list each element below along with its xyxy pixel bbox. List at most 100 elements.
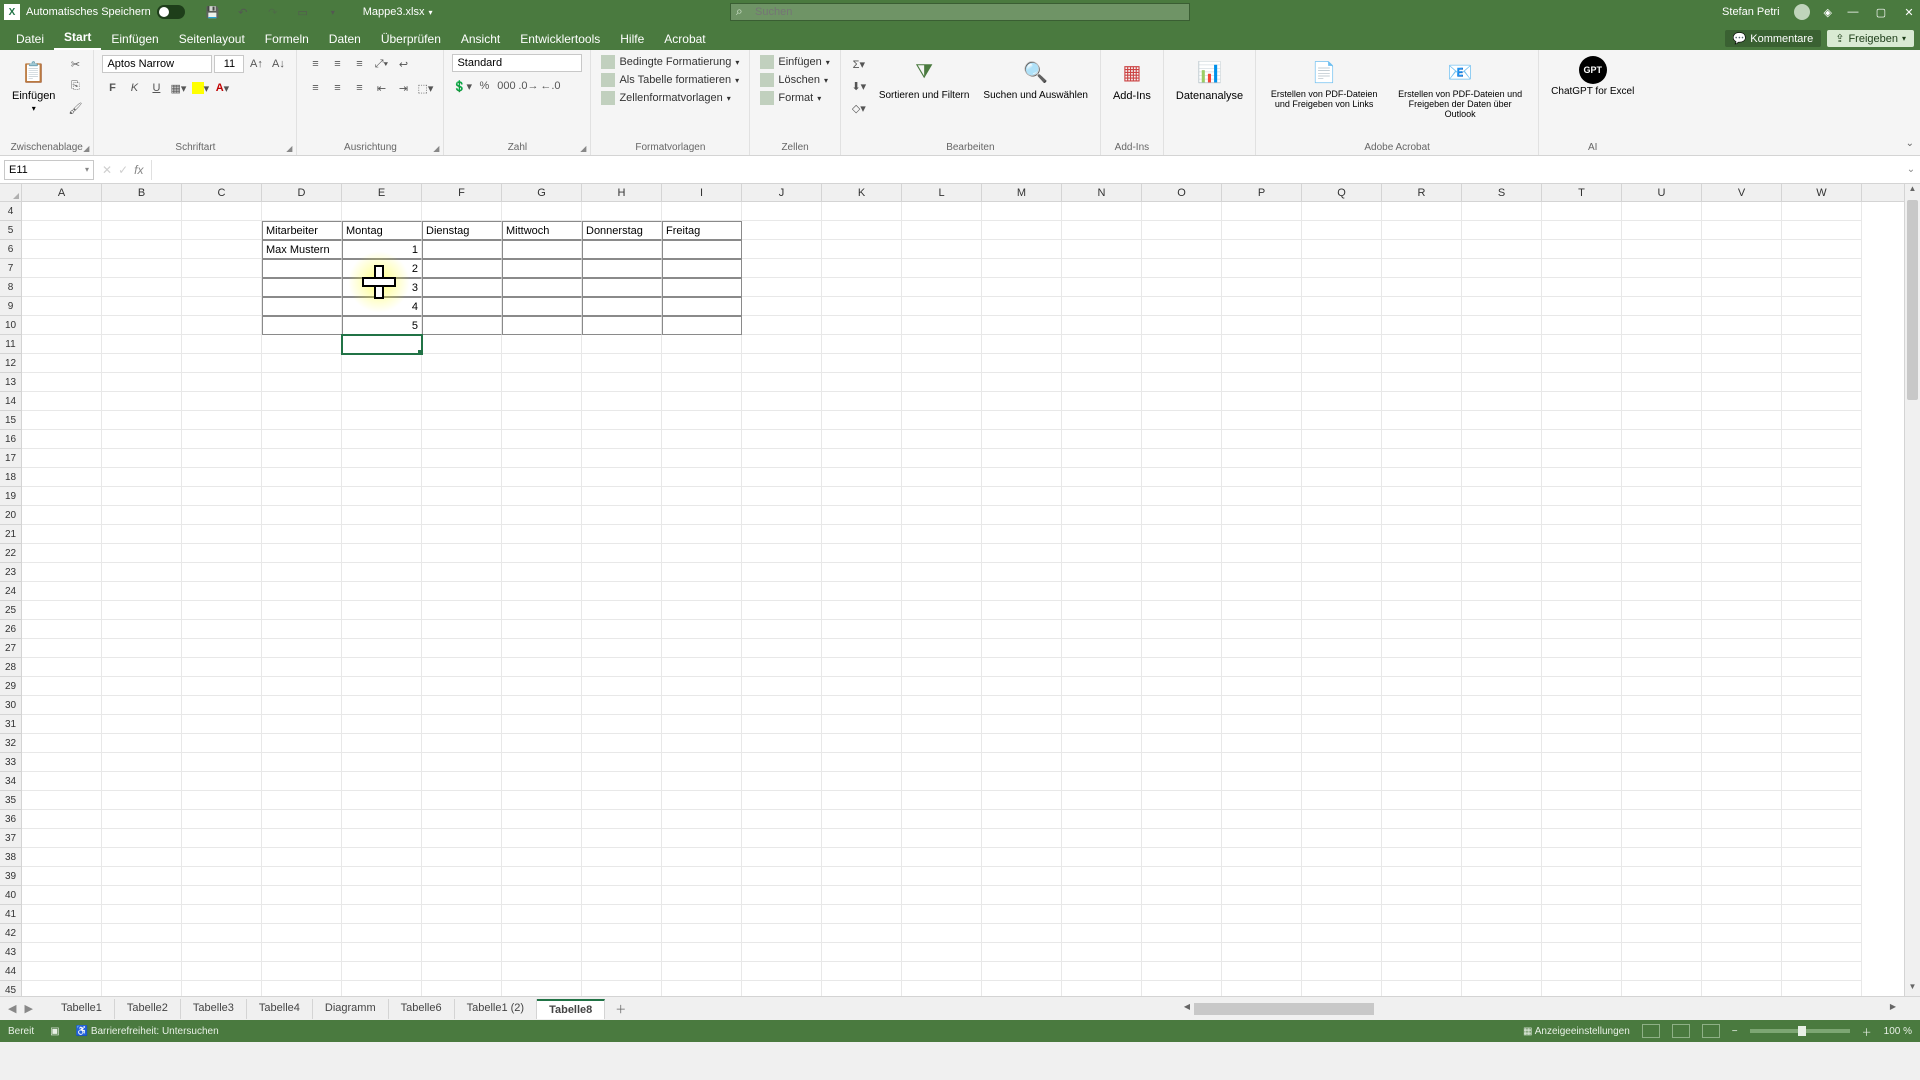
cell[interactable] [1382,525,1462,544]
cell[interactable] [1382,905,1462,924]
cell[interactable] [262,639,342,658]
cell[interactable] [342,354,422,373]
cell[interactable] [182,582,262,601]
cell[interactable] [1622,354,1702,373]
cell[interactable] [1542,449,1622,468]
cell[interactable] [1542,297,1622,316]
cell[interactable] [262,411,342,430]
cell[interactable] [902,962,982,981]
cell[interactable] [1382,962,1462,981]
cell[interactable] [22,943,102,962]
cell[interactable] [1142,772,1222,791]
cell[interactable] [822,221,902,240]
cell[interactable] [1142,411,1222,430]
cell[interactable] [102,240,182,259]
cell[interactable] [502,430,582,449]
name-box[interactable]: E11▾ [4,160,94,180]
cell[interactable] [502,468,582,487]
cell[interactable] [502,753,582,772]
cell[interactable] [1782,734,1862,753]
addins-button[interactable]: ▦Add-Ins [1109,54,1155,104]
cell[interactable] [22,677,102,696]
cell[interactable] [342,886,422,905]
cell[interactable] [1382,848,1462,867]
cell[interactable] [1622,867,1702,886]
select-all-corner[interactable] [0,184,22,201]
cell[interactable] [1382,354,1462,373]
cell[interactable] [1622,335,1702,354]
sort-filter-button[interactable]: ⧩Sortieren und Filtern [875,54,974,103]
cell[interactable] [502,829,582,848]
cell[interactable] [102,791,182,810]
cell[interactable] [1142,449,1222,468]
cell[interactable] [102,677,182,696]
cell[interactable] [1382,221,1462,240]
cell[interactable] [1782,639,1862,658]
scroll-up-icon[interactable]: ▲ [1905,184,1920,198]
cell[interactable] [1062,392,1142,411]
cell[interactable] [1702,734,1782,753]
cell[interactable] [662,487,742,506]
row-header[interactable]: 29 [0,677,22,696]
cell[interactable] [662,297,742,316]
cell[interactable] [662,525,742,544]
paste-button[interactable]: 📋 Einfügen ▾ [8,54,59,115]
cell[interactable] [422,506,502,525]
cell[interactable] [902,411,982,430]
cell[interactable] [262,278,342,297]
cell[interactable] [1702,240,1782,259]
cell[interactable] [1302,943,1382,962]
cell[interactable] [1782,772,1862,791]
tab-einfuegen[interactable]: Einfügen [101,28,168,50]
cell[interactable] [1222,943,1302,962]
cell[interactable] [1542,848,1622,867]
cell[interactable] [742,506,822,525]
tab-ansicht[interactable]: Ansicht [451,28,510,50]
cell[interactable] [1062,734,1142,753]
cell[interactable] [822,943,902,962]
cell[interactable] [1622,696,1702,715]
cell[interactable] [1302,411,1382,430]
row-header[interactable]: 42 [0,924,22,943]
row-header[interactable]: 21 [0,525,22,544]
cell[interactable] [1142,297,1222,316]
row-header[interactable]: 18 [0,468,22,487]
cell[interactable] [1302,753,1382,772]
cell[interactable] [22,905,102,924]
cell[interactable] [1462,240,1542,259]
cell[interactable] [1462,316,1542,335]
cell[interactable]: 5 [342,316,422,335]
cell[interactable] [1302,715,1382,734]
cell[interactable] [1462,886,1542,905]
cell[interactable] [662,259,742,278]
cell[interactable] [902,943,982,962]
cell[interactable] [262,848,342,867]
cell[interactable] [182,563,262,582]
cell[interactable] [822,829,902,848]
cell[interactable] [422,525,502,544]
row-header[interactable]: 15 [0,411,22,430]
cell[interactable] [182,221,262,240]
cell[interactable] [502,240,582,259]
cell[interactable] [1622,240,1702,259]
cell[interactable] [1782,753,1862,772]
cell[interactable] [1782,715,1862,734]
cell[interactable] [1142,791,1222,810]
cell[interactable] [1542,905,1622,924]
cell[interactable] [662,829,742,848]
cell[interactable] [342,620,422,639]
cell[interactable] [22,392,102,411]
cell[interactable] [822,525,902,544]
cell[interactable] [342,867,422,886]
cell[interactable] [1462,867,1542,886]
cell[interactable] [982,601,1062,620]
column-header[interactable]: B [102,184,182,201]
cell[interactable] [1062,202,1142,221]
cell[interactable] [742,715,822,734]
cell[interactable] [1302,620,1382,639]
macro-record-icon[interactable]: ▣ [50,1026,59,1037]
cell[interactable] [982,297,1062,316]
cell[interactable] [742,411,822,430]
align-right-button[interactable]: ≡ [349,78,369,98]
cell[interactable] [1702,753,1782,772]
